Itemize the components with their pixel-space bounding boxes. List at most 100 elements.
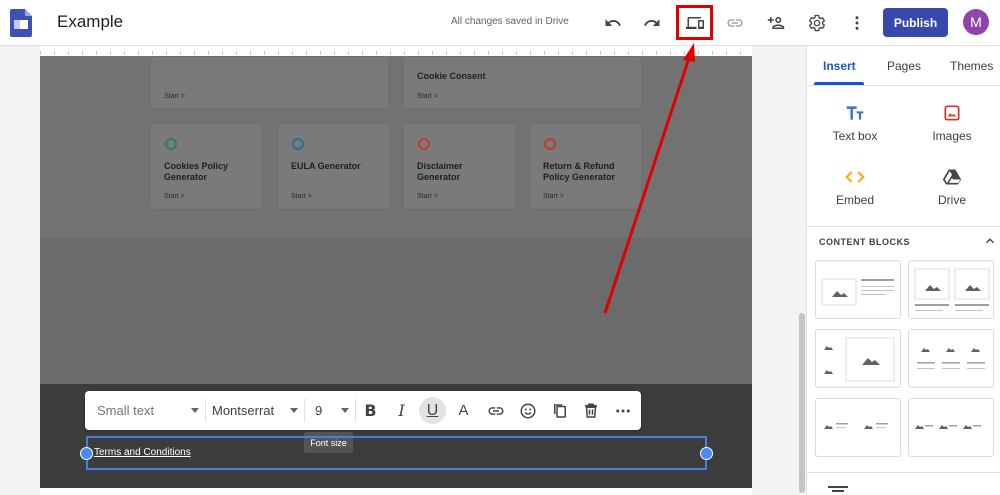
gear-icon [809, 14, 825, 32]
content-block-tile[interactable] [908, 398, 994, 457]
page-card: Disclaimer Generator Start > [403, 123, 516, 210]
card-title: Cookie Consent [417, 71, 486, 81]
tab-pages[interactable]: Pages [887, 59, 921, 73]
avatar[interactable]: M [963, 9, 989, 35]
divider [806, 226, 1000, 227]
publish-button[interactable]: Publish [883, 8, 948, 37]
redo-button[interactable] [638, 9, 666, 37]
alert-icon [418, 138, 430, 150]
font-size-select[interactable]: 9 [315, 391, 355, 430]
copy-link-button[interactable] [721, 9, 749, 37]
more-vert-icon [855, 16, 859, 30]
card-title: Disclaimer Generator [417, 161, 463, 182]
text-box-icon [846, 106, 864, 120]
content-block-tile[interactable] [908, 329, 994, 388]
link-icon [727, 19, 743, 27]
underline-icon: U [426, 401, 439, 419]
divider [304, 399, 305, 422]
text-color-button[interactable]: A [450, 397, 477, 424]
bold-button[interactable]: B [357, 397, 384, 424]
text-color-icon: A [458, 402, 469, 419]
divider [806, 472, 1000, 473]
font-select[interactable]: Montserrat [212, 391, 304, 430]
card-start-link: Start > [417, 193, 438, 200]
image-icon [944, 105, 960, 121]
content-block-tile[interactable] [908, 260, 994, 319]
undo-icon [605, 19, 621, 26]
card-title: Return & Refund Policy Generator [543, 161, 616, 182]
ruler [40, 46, 752, 56]
undo-button[interactable] [599, 9, 627, 37]
sites-logo-icon[interactable] [10, 9, 32, 37]
layout-thumbnail-icon [915, 425, 981, 429]
insert-item-label: Text box [832, 129, 878, 143]
content-block-tile[interactable] [815, 329, 901, 388]
page-card: EULA Generator Start > [277, 123, 390, 210]
add-person-icon [767, 17, 785, 29]
insert-item-label: Embed [835, 193, 875, 207]
page-card: Cookies Policy Generator Start > [150, 123, 263, 210]
content-blocks-heading: CONTENT BLOCKS [819, 237, 910, 247]
terms-link[interactable]: Terms and Conditions [94, 447, 191, 458]
insert-images[interactable]: Images [912, 103, 992, 143]
layout-thumbnail-icon [824, 337, 895, 382]
layout-thumbnail-icon [824, 423, 888, 429]
sites-editor: Example All changes saved in Drive Publi… [0, 0, 1000, 495]
link-icon [488, 406, 503, 415]
more-horiz-icon [615, 409, 630, 412]
top-bar: Example All changes saved in Drive Publi… [0, 0, 1000, 46]
page-upper-section [40, 56, 752, 238]
layout-thumbnail-icon [821, 278, 894, 306]
share-button[interactable] [762, 9, 790, 37]
content-block-tile[interactable] [815, 260, 901, 319]
resize-handle-left[interactable] [80, 447, 93, 460]
insert-link-button[interactable] [482, 397, 509, 424]
document-title[interactable]: Example [57, 12, 123, 32]
insert-item-label: Drive [937, 193, 966, 207]
layout-thumbnail-icon [917, 348, 985, 369]
more-options-button[interactable] [609, 397, 636, 424]
settings-button[interactable] [803, 9, 831, 37]
collapsible-text-icon[interactable] [828, 486, 848, 492]
save-status: All changes saved in Drive [451, 16, 569, 27]
divider [205, 399, 206, 422]
italic-button[interactable]: I [388, 397, 415, 424]
chevron-down-icon [290, 408, 298, 413]
underline-button[interactable]: U [419, 397, 446, 424]
cookie-icon [165, 138, 177, 150]
selected-text-box[interactable]: Terms and Conditions [80, 436, 713, 470]
delete-button[interactable] [577, 397, 604, 424]
font-size-value: 9 [315, 403, 323, 418]
page-bottom [40, 488, 752, 495]
insert-drive[interactable]: Drive [912, 167, 992, 207]
scrollbar-thumb[interactable] [799, 313, 805, 493]
bold-icon: B [364, 401, 377, 420]
card-start-link: Start > [543, 193, 564, 200]
chevron-up-icon[interactable] [983, 234, 997, 248]
emoji-button[interactable] [514, 397, 541, 424]
italic-icon: I [398, 401, 405, 420]
tab-insert[interactable]: Insert [823, 59, 856, 73]
text-format-toolbar: Small text Montserrat 9 B I U A [85, 391, 641, 430]
resize-handle-right[interactable] [700, 447, 713, 460]
text-style-select[interactable]: Small text [97, 391, 205, 430]
duplicate-button[interactable] [546, 397, 573, 424]
drive-icon [942, 169, 962, 185]
embed-code-icon [845, 171, 865, 183]
redo-icon [644, 19, 660, 26]
content-block-tile[interactable] [815, 398, 901, 457]
trash-icon [584, 403, 597, 418]
insert-embed[interactable]: Embed [815, 167, 895, 207]
tab-themes[interactable]: Themes [950, 59, 993, 73]
page-card: Cookie Consent Start > [403, 56, 642, 109]
card-title: Cookies Policy Generator [164, 161, 229, 182]
more-options-button[interactable] [843, 9, 871, 37]
text-style-value: Small text [97, 403, 155, 418]
preview-highlight-box [676, 5, 713, 40]
insert-text-box[interactable]: Text box [815, 103, 895, 143]
card-start-link: Start > [164, 93, 185, 100]
target-icon [544, 138, 556, 150]
divider [806, 85, 1000, 86]
chevron-down-icon [341, 408, 349, 413]
card-start-link: Start > [417, 93, 438, 100]
